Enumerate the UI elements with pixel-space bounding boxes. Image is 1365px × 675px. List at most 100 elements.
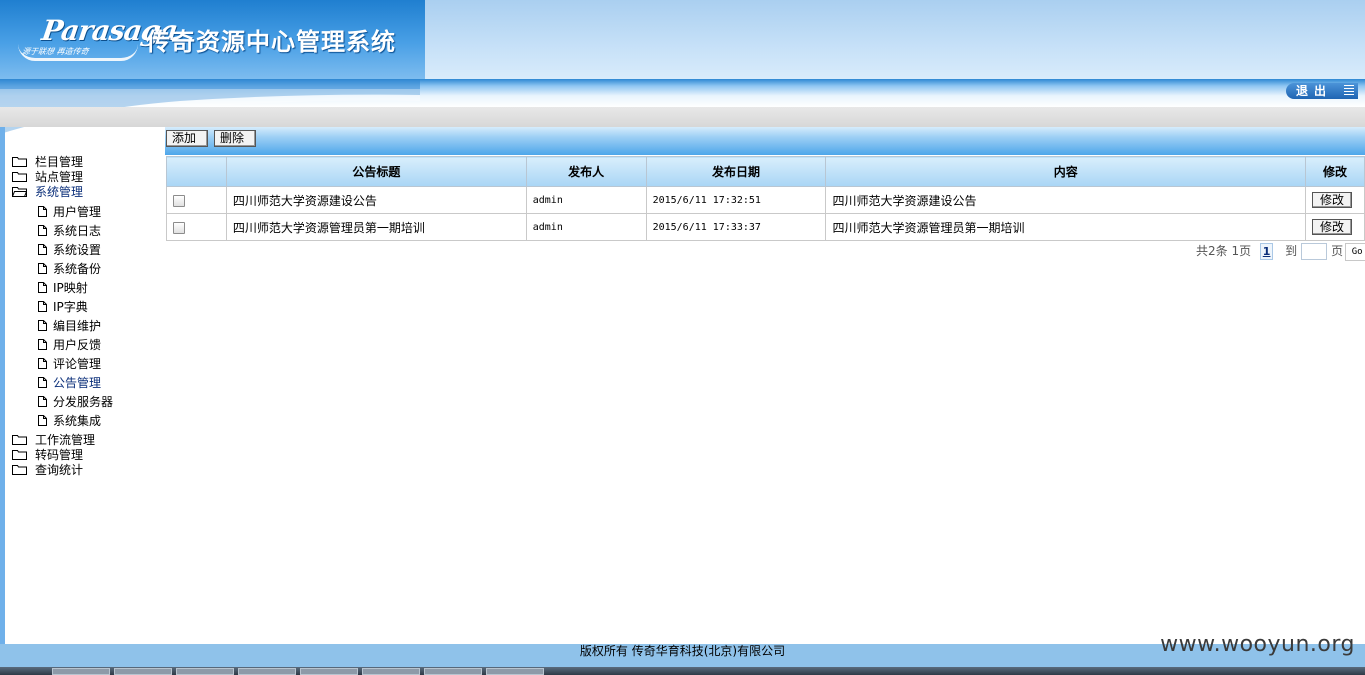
content-cell: 四川师范大学资源管理员第一期培训 [825,213,1306,241]
taskbar-item[interactable] [424,668,482,675]
sidebar-subitem-label: 公告管理 [53,376,102,390]
sidebar-item-label: 栏目管理 [35,155,84,169]
sidebar-subitem-label: IP字典 [53,300,88,314]
edit-cell: 修改 [1304,186,1365,214]
page-icon [38,244,47,255]
delete-button[interactable]: 删除 [214,130,256,147]
sidebar-subitem-label: 系统集成 [53,414,102,428]
goto-label: 到 [1285,244,1298,258]
date-cell: 2015/6/11 17:33:37 [645,213,827,241]
column-header-select [166,156,227,187]
current-page-link[interactable]: 1 [1260,243,1274,260]
sidebar-subitem-system-log[interactable]: 系统日志 [12,222,162,241]
folder-open-icon [12,187,27,197]
sidebar-item-system-management[interactable]: 系统管理 [12,185,162,200]
column-header-publisher[interactable]: 发布人 [525,156,647,187]
sidebar-subitem-ip-mapping[interactable]: IP映射 [12,279,162,298]
taskbar-item[interactable] [300,668,358,675]
taskbar-item[interactable] [238,668,296,675]
sidebar-subitem-label: 分发服务器 [53,395,114,409]
logo: Parasaga 源于联想 再造传奇 传奇资源中心管理系统 [0,0,425,79]
add-button[interactable]: 添加 [166,130,208,147]
table-row: 四川师范大学资源建设公告 admin 2015/6/11 17:32:51 四川… [166,186,1365,214]
menu-lines-icon [1344,85,1354,97]
page-number-input[interactable] [1301,243,1328,260]
logout-label: 退出 [1296,84,1333,98]
column-header-edit: 修改 [1304,156,1365,187]
page-icon [38,225,47,236]
sidebar-subitem-label: 评论管理 [53,357,102,371]
sidebar-item-label: 查询统计 [35,463,84,477]
sidebar-subitem-label: 用户反馈 [53,338,102,352]
column-header-title[interactable]: 公告标题 [225,156,527,187]
publisher-cell: admin [525,186,647,214]
page-icon [38,377,47,388]
sidebar-border [0,127,5,644]
sidebar-item-transcode-management[interactable]: 转码管理 [12,448,162,463]
edit-button[interactable]: 修改 [1311,192,1352,208]
folder-icon [12,465,27,475]
table-row: 四川师范大学资源管理员第一期培训 admin 2015/6/11 17:33:3… [166,213,1365,241]
sidebar-tree: 栏目管理 站点管理 系统管理 用户管理 系统日志 系统设置 系统备份 IP映射 … [12,155,162,478]
row-checkbox[interactable] [173,194,185,207]
taskbar-item[interactable] [114,668,172,675]
sidebar-item-label: 系统管理 [35,185,84,199]
sidebar-item-site-management[interactable]: 站点管理 [12,170,162,185]
sidebar-subitem-label: 系统备份 [53,262,102,276]
toolbar [165,127,1365,155]
taskbar-item[interactable] [52,668,110,675]
logo-slogan: 源于联想 再造传奇 [21,47,90,56]
table-header-row: 公告标题 发布人 发布日期 内容 修改 [166,156,1365,187]
sidebar-subitem-label: 系统日志 [53,224,102,238]
taskbar-item[interactable] [176,668,234,675]
sidebar-subitem-system-settings[interactable]: 系统设置 [12,241,162,260]
announcement-table: 公告标题 发布人 发布日期 内容 修改 四川师范大学资源建设公告 admin 2… [166,156,1365,241]
row-select-cell [166,213,227,241]
folder-icon [12,450,27,460]
pagination: 共2条 1页 1 到 页 Go [1196,242,1365,261]
sidebar-item-label: 工作流管理 [35,433,96,447]
title-cell: 四川师范大学资源管理员第一期培训 [225,213,527,241]
sidebar-subitem-ip-dictionary[interactable]: IP字典 [12,298,162,317]
sidebar-subitem-comment-management[interactable]: 评论管理 [12,355,162,374]
publisher-cell: admin [525,213,647,241]
column-header-date[interactable]: 发布日期 [645,156,827,187]
sidebar-item-workflow-management[interactable]: 工作流管理 [12,433,162,448]
folder-icon [12,172,27,182]
sidebar-subitem-distribution-server[interactable]: 分发服务器 [12,393,162,412]
pager-summary: 共2条 1页 [1196,244,1252,258]
page-icon [38,282,47,293]
go-button[interactable]: Go [1345,242,1365,261]
row-select-cell [166,186,227,214]
sidebar-subitem-label: 系统设置 [53,243,102,257]
sidebar-subitem-label: IP映射 [53,281,88,295]
sidebar-subitem-label: 编目维护 [53,319,102,333]
taskbar-item[interactable] [362,668,420,675]
logout-button[interactable]: 退出 [1286,83,1358,99]
row-checkbox[interactable] [173,221,185,234]
sidebar-subitem-announcement-management[interactable]: 公告管理 [12,374,162,393]
sidebar-subitem-user-management[interactable]: 用户管理 [12,203,162,222]
page-icon [38,320,47,331]
sidebar-subitem-user-feedback[interactable]: 用户反馈 [12,336,162,355]
sidebar-subitem-system-backup[interactable]: 系统备份 [12,260,162,279]
edit-button[interactable]: 修改 [1311,219,1352,235]
taskbar-item[interactable] [486,668,544,675]
sidebar-item-column-management[interactable]: 栏目管理 [12,155,162,170]
page-unit-label: 页 [1331,244,1344,258]
title-cell: 四川师范大学资源建设公告 [225,186,527,214]
sidebar-item-label: 转码管理 [35,448,84,462]
page-icon [38,358,47,369]
page-icon [38,339,47,350]
sidebar-item-label: 站点管理 [35,170,84,184]
system-title: 传奇资源中心管理系统 [146,27,396,56]
column-header-content[interactable]: 内容 [825,156,1306,187]
sidebar-subitem-system-integration[interactable]: 系统集成 [12,412,162,431]
date-cell: 2015/6/11 17:32:51 [645,186,827,214]
folder-icon [12,157,27,167]
sidebar-item-query-statistics[interactable]: 查询统计 [12,463,162,478]
page-icon [38,206,47,217]
content-cell: 四川师范大学资源建设公告 [825,186,1306,214]
copyright-text: 版权所有 传奇华育科技(北京)有限公司 [579,644,786,658]
sidebar-subitem-catalog-maintenance[interactable]: 编目维护 [12,317,162,336]
